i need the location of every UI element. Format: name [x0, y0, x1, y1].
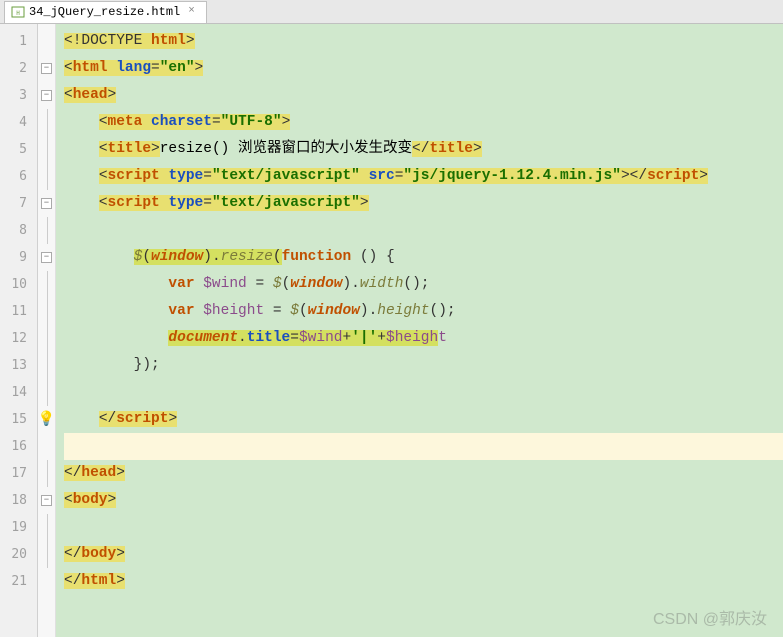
line-number[interactable]: 8 [0, 217, 37, 244]
code-line[interactable]: $(window).resize(function () { [64, 244, 783, 271]
line-number[interactable]: 14 [0, 379, 37, 406]
line-number[interactable]: 11 [0, 298, 37, 325]
fold-gutter: − − − − 💡 − [38, 24, 56, 637]
code-line[interactable] [64, 514, 783, 541]
fold-toggle-icon[interactable]: − [41, 198, 52, 209]
html-file-icon: H [11, 5, 25, 19]
line-number[interactable]: 9 [0, 244, 37, 271]
line-number[interactable]: 16 [0, 433, 37, 460]
line-number[interactable]: 13 [0, 352, 37, 379]
file-tab[interactable]: H 34_jQuery_resize.html × [4, 1, 207, 23]
code-line[interactable] [64, 217, 783, 244]
line-number[interactable]: 12 [0, 325, 37, 352]
code-line[interactable]: </html> [64, 568, 783, 595]
code-line[interactable]: <script type="text/javascript" src="js/j… [64, 163, 783, 190]
fold-toggle-icon[interactable]: − [41, 63, 52, 74]
bulb-icon[interactable]: 💡 [38, 411, 55, 428]
code-area[interactable]: <!DOCTYPE html> <html lang="en"> <head> … [56, 24, 783, 637]
tab-filename: 34_jQuery_resize.html [29, 5, 180, 19]
line-number-gutter: 1 2 3 4 5 6 7 8 9 10 11 12 13 14 15 16 1… [0, 24, 38, 637]
line-number[interactable]: 1 [0, 28, 37, 55]
code-line[interactable]: </head> [64, 460, 783, 487]
line-number[interactable]: 18 [0, 487, 37, 514]
line-number[interactable]: 5 [0, 136, 37, 163]
line-number[interactable]: 20 [0, 541, 37, 568]
code-line[interactable]: }); [64, 352, 783, 379]
code-line[interactable]: <meta charset="UTF-8"> [64, 109, 783, 136]
code-line[interactable]: <script type="text/javascript"> [64, 190, 783, 217]
line-number[interactable]: 10 [0, 271, 37, 298]
close-icon[interactable]: × [188, 6, 200, 18]
code-line[interactable]: <title>resize() 浏览器窗口的大小发生改变</title> [64, 136, 783, 163]
code-line[interactable]: document.title=$wind+'|'+$height [64, 325, 783, 352]
tab-bar: H 34_jQuery_resize.html × [0, 0, 783, 24]
line-number[interactable]: 3 [0, 82, 37, 109]
code-line[interactable] [64, 379, 783, 406]
editor: 1 2 3 4 5 6 7 8 9 10 11 12 13 14 15 16 1… [0, 24, 783, 637]
fold-toggle-icon[interactable]: − [41, 90, 52, 101]
line-number[interactable]: 7 [0, 190, 37, 217]
line-number[interactable]: 15 [0, 406, 37, 433]
code-line[interactable]: var $height = $(window).height(); [64, 298, 783, 325]
line-number[interactable]: 4 [0, 109, 37, 136]
svg-text:H: H [16, 10, 20, 17]
code-line[interactable]: </body> [64, 541, 783, 568]
code-line[interactable]: <body> [64, 487, 783, 514]
code-line[interactable]: var $wind = $(window).width(); [64, 271, 783, 298]
code-line[interactable]: </script> [64, 406, 783, 433]
code-line[interactable]: <html lang="en"> [64, 55, 783, 82]
line-number[interactable]: 17 [0, 460, 37, 487]
fold-toggle-icon[interactable]: − [41, 252, 52, 263]
line-number[interactable]: 21 [0, 568, 37, 595]
code-line-current[interactable] [64, 433, 783, 460]
line-number[interactable]: 6 [0, 163, 37, 190]
fold-toggle-icon[interactable]: − [41, 495, 52, 506]
code-line[interactable]: <head> [64, 82, 783, 109]
line-number[interactable]: 2 [0, 55, 37, 82]
code-line[interactable]: <!DOCTYPE html> [64, 28, 783, 55]
line-number[interactable]: 19 [0, 514, 37, 541]
